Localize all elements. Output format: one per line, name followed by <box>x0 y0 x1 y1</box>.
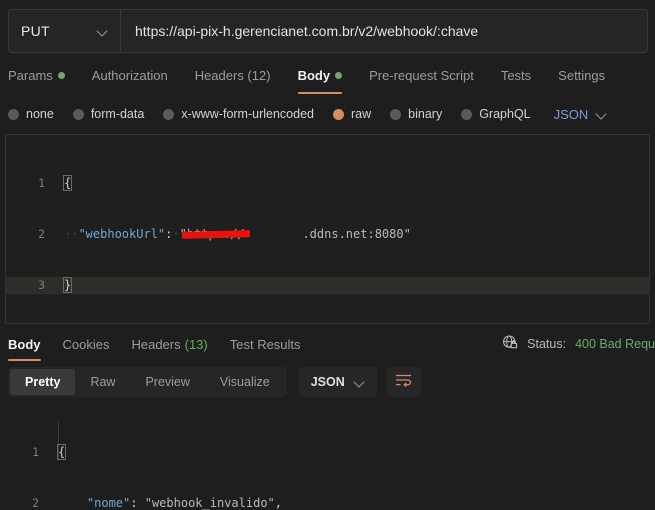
request-url-bar: PUT <box>8 9 648 53</box>
editor-line: 2 ··"webhookUrl":·"https://xxxxxxxx.ddns… <box>6 226 649 243</box>
active-tab-underline <box>8 359 41 361</box>
view-mode-visualize[interactable]: Visualize <box>205 369 285 395</box>
body-type-raw[interactable]: raw <box>333 107 371 121</box>
tab-label: Headers <box>131 336 181 352</box>
modified-dot-icon <box>57 71 65 79</box>
editor-line-active: 3 } <box>6 277 649 294</box>
radio-icon <box>390 108 402 120</box>
tab-authorization[interactable]: Authorization <box>92 62 181 88</box>
tab-label: Params <box>8 67 53 83</box>
radio-icon-selected <box>333 108 344 120</box>
open-brace: { <box>62 175 73 191</box>
line-number: 1 <box>38 176 45 190</box>
response-tab-body[interactable]: Body <box>8 332 41 361</box>
request-body-editor[interactable]: 1 { 2 ··"webhookUrl":·"https://xxxxxxxx.… <box>5 134 650 324</box>
response-tab-bar: Body Cookies Headers (13) Test Results S… <box>0 330 655 361</box>
raw-format-label: JSON <box>553 106 589 122</box>
response-body-viewer[interactable]: 1 { 2 "nome": "webhook_invalido", 3 "men… <box>0 404 655 510</box>
radio-label: x-www-form-urlencoded <box>181 107 314 121</box>
line-number: 2 <box>32 496 39 510</box>
response-view-mode-group: Pretty Raw Preview Visualize <box>8 367 287 397</box>
tab-label: Body <box>297 67 331 83</box>
wrap-text-button[interactable] <box>386 367 421 397</box>
tab-params[interactable]: Params <box>8 62 78 88</box>
radio-icon <box>72 108 84 120</box>
tab-settings[interactable]: Settings <box>558 62 618 88</box>
response-toolbar: Pretty Raw Preview Visualize JSON <box>8 366 655 398</box>
response-tab-headers[interactable]: Headers (13) <box>131 332 207 356</box>
tab-label: Tests <box>500 67 532 83</box>
response-status-area: Status: 400 Bad Requ <box>502 334 655 355</box>
view-mode-pretty[interactable]: Pretty <box>10 369 76 395</box>
tab-label: Test Results <box>229 336 301 352</box>
tab-pre-request-script[interactable]: Pre-request Script <box>369 62 487 88</box>
chevron-down-icon <box>98 26 108 36</box>
radio-icon <box>163 108 175 120</box>
tab-body[interactable]: Body <box>297 62 356 94</box>
response-format-dropdown[interactable]: JSON <box>298 367 377 397</box>
line-number: 2 <box>38 227 45 241</box>
view-mode-raw[interactable]: Raw <box>75 369 130 395</box>
line-number: 1 <box>32 445 39 459</box>
json-value-suffix: .ddns.net:8080" <box>302 227 411 241</box>
json-key: "webhookUrl" <box>78 227 166 241</box>
request-tab-bar: Params Authorization Headers (12) Body P… <box>8 62 648 94</box>
tab-label: Body <box>8 336 41 352</box>
status-badge: 400 Bad Requ <box>575 337 655 351</box>
view-mode-preview[interactable]: Preview <box>130 369 204 395</box>
chevron-down-icon <box>355 377 365 387</box>
radio-label: raw <box>351 107 372 121</box>
response-tab-test-results[interactable]: Test Results <box>230 332 301 356</box>
http-method-label: PUT <box>21 23 50 39</box>
tab-label: Headers (12) <box>194 67 271 83</box>
editor-line: 1 { <box>6 175 649 192</box>
json-value: "webhook_invalido" <box>144 496 275 510</box>
active-tab-underline <box>297 92 343 94</box>
tab-headers[interactable]: Headers (12) <box>195 62 284 88</box>
radio-icon <box>8 108 19 120</box>
body-type-urlencoded[interactable]: x-www-form-urlencoded <box>163 107 314 121</box>
radio-label: none <box>26 107 54 121</box>
http-method-dropdown[interactable]: PUT <box>9 10 121 52</box>
chevron-down-icon <box>597 109 607 119</box>
line-number: 3 <box>38 278 45 292</box>
request-url-input[interactable] <box>121 10 647 52</box>
close-brace: } <box>62 277 73 293</box>
status-label: Status: <box>527 337 567 351</box>
body-type-none[interactable]: none <box>8 107 54 121</box>
json-colon: : <box>130 496 138 510</box>
modified-dot-icon <box>335 71 343 79</box>
json-key: "nome" <box>86 496 131 510</box>
body-type-radio-group: none form-data x-www-form-urlencoded raw… <box>8 101 648 127</box>
wrap-text-icon <box>395 373 413 392</box>
globe-lock-icon <box>502 334 518 355</box>
response-tab-cookies[interactable]: Cookies <box>63 332 110 356</box>
response-line: 1 { <box>0 444 655 461</box>
tab-tests[interactable]: Tests <box>501 62 544 88</box>
response-line: 2 "nome": "webhook_invalido", <box>0 495 655 510</box>
radio-label: form-data <box>90 107 145 121</box>
body-type-graphql[interactable]: GraphQL <box>461 107 531 121</box>
json-comma: , <box>274 496 283 510</box>
raw-format-dropdown[interactable]: JSON <box>554 107 608 122</box>
body-type-binary[interactable]: binary <box>390 107 442 121</box>
response-format-label: JSON <box>310 375 345 389</box>
tab-label: Pre-request Script <box>369 67 474 83</box>
radio-icon <box>461 108 473 120</box>
body-type-form-data[interactable]: form-data <box>72 107 145 121</box>
radio-label: binary <box>408 107 443 121</box>
radio-label: GraphQL <box>479 107 531 121</box>
headers-count: (13) <box>184 336 208 352</box>
tab-label: Cookies <box>62 336 110 352</box>
open-brace: { <box>56 444 67 460</box>
tab-label: Settings <box>558 67 606 83</box>
tab-label: Authorization <box>91 67 168 83</box>
